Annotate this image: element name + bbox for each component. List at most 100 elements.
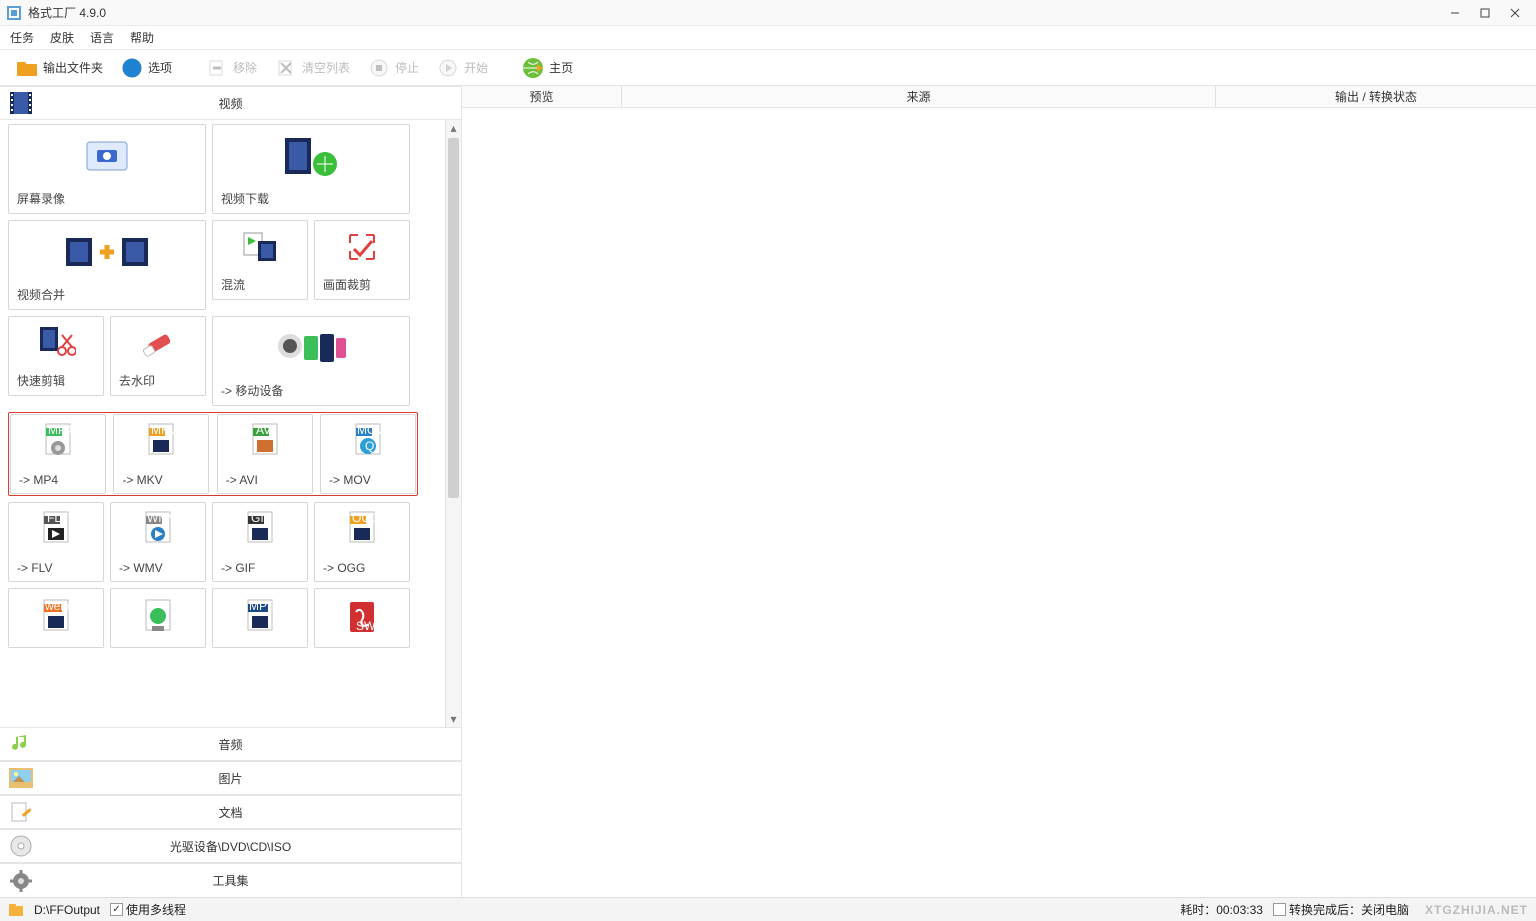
maximize-button[interactable] bbox=[1470, 2, 1500, 24]
mpeg-file-icon: MPEG bbox=[213, 589, 307, 647]
category-document[interactable]: 文档 bbox=[0, 795, 461, 829]
start-button[interactable]: 开始 bbox=[431, 54, 494, 82]
disc-icon bbox=[4, 829, 38, 863]
svg-text:webm: webm bbox=[44, 599, 76, 613]
category-video-header[interactable]: 视频 bbox=[0, 86, 461, 120]
svg-text:SWF: SWF bbox=[356, 619, 382, 633]
picture-icon bbox=[4, 761, 38, 795]
svg-text:OGG: OGG bbox=[352, 511, 380, 525]
col-source[interactable]: 来源 bbox=[622, 86, 1216, 107]
tiles-scrollbar[interactable]: ▴ ▾ bbox=[445, 120, 461, 727]
category-video-label: 视频 bbox=[218, 95, 242, 112]
scroll-down-icon[interactable]: ▾ bbox=[446, 711, 461, 727]
minimize-button[interactable] bbox=[1440, 2, 1470, 24]
output-folder-button[interactable]: 输出文件夹 bbox=[10, 54, 109, 82]
mov-file-icon: MOVQ bbox=[321, 415, 415, 469]
menubar: 任务 皮肤 语言 帮助 bbox=[0, 26, 1536, 50]
clear-list-button[interactable]: 清空列表 bbox=[269, 54, 356, 82]
remove-icon bbox=[206, 57, 228, 79]
tile-screen-record[interactable]: 屏幕录像 bbox=[8, 124, 206, 214]
watermark-text: XTGZHIJIA.NET bbox=[1425, 903, 1528, 917]
statusbar: D:\FFOutput 使用多线程 耗时：00:03:33 转换完成后：关闭电脑… bbox=[0, 897, 1536, 921]
elapsed-time: 耗时：00:03:33 bbox=[1180, 901, 1263, 918]
close-button[interactable] bbox=[1500, 2, 1530, 24]
left-panel: 视频 屏幕录像 视频下载 bbox=[0, 86, 462, 897]
list-column-headers: 预览 来源 输出 / 转换状态 bbox=[462, 86, 1536, 108]
scissors-icon bbox=[9, 317, 103, 368]
tile-to-flv[interactable]: FLV -> FLV bbox=[8, 502, 104, 582]
tile-remove-watermark[interactable]: 去水印 bbox=[110, 316, 206, 396]
webm-file-icon: webm bbox=[9, 589, 103, 647]
tile-to-swf[interactable]: SWF bbox=[314, 588, 410, 648]
checkbox-on-icon bbox=[110, 903, 123, 916]
video-tiles: 屏幕录像 视频下载 视频合并 混流 bbox=[0, 120, 445, 727]
menu-language[interactable]: 语言 bbox=[90, 29, 114, 46]
category-audio[interactable]: 音频 bbox=[0, 727, 461, 761]
svg-text:FLV: FLV bbox=[47, 511, 68, 525]
scroll-up-icon[interactable]: ▴ bbox=[446, 120, 461, 136]
category-tools[interactable]: 工具集 bbox=[0, 863, 461, 897]
tile-to-mkv[interactable]: MKV -> MKV bbox=[113, 414, 209, 494]
remove-label: 移除 bbox=[233, 59, 257, 76]
shutdown-checkbox[interactable]: 转换完成后：关闭电脑 bbox=[1273, 901, 1409, 918]
tile-to-avi[interactable]: AVI -> AVI bbox=[217, 414, 313, 494]
tile-to-wmv[interactable]: WMV -> WMV bbox=[110, 502, 206, 582]
category-image[interactable]: 图片 bbox=[0, 761, 461, 795]
tile-to-mov[interactable]: MOVQ -> MOV bbox=[320, 414, 416, 494]
ogg-file-icon: OGG bbox=[315, 503, 409, 557]
stop-icon bbox=[368, 57, 390, 79]
scroll-thumb[interactable] bbox=[448, 138, 459, 498]
titlebar: 格式工厂 4.9.0 bbox=[0, 0, 1536, 26]
folder-small-icon[interactable] bbox=[8, 902, 24, 918]
mux-icon bbox=[213, 221, 307, 272]
mp4-file-icon: MP4 bbox=[11, 415, 105, 469]
app-icon bbox=[6, 5, 22, 21]
merge-icon bbox=[9, 221, 205, 282]
svg-text:WMV: WMV bbox=[147, 511, 176, 525]
options-label: 选项 bbox=[148, 59, 172, 76]
eraser-icon bbox=[111, 317, 205, 368]
options-button[interactable]: 选项 bbox=[115, 54, 178, 82]
tile-to-webm[interactable]: webm bbox=[8, 588, 104, 648]
multithread-checkbox[interactable]: 使用多线程 bbox=[110, 901, 186, 918]
tile-video-merge[interactable]: 视频合并 bbox=[8, 220, 206, 310]
output-folder-label: 输出文件夹 bbox=[43, 59, 103, 76]
tile-to-mp4[interactable]: MP4 -> MP4 bbox=[10, 414, 106, 494]
svg-text:AVI: AVI bbox=[256, 423, 274, 437]
home-button[interactable]: 主页 bbox=[516, 54, 579, 82]
tile-to-ogg[interactable]: OGG -> OGG bbox=[314, 502, 410, 582]
main-area: 视频 屏幕录像 视频下载 bbox=[0, 86, 1536, 897]
svg-text:Q: Q bbox=[365, 439, 374, 453]
menu-skin[interactable]: 皮肤 bbox=[50, 29, 74, 46]
toolbar: 输出文件夹 选项 移除 清空列表 停止 开始 主页 bbox=[0, 50, 1536, 86]
remove-button[interactable]: 移除 bbox=[200, 54, 263, 82]
menu-task[interactable]: 任务 bbox=[10, 29, 34, 46]
tile-video-download[interactable]: 视频下载 bbox=[212, 124, 410, 214]
tile-mux[interactable]: 混流 bbox=[212, 220, 308, 300]
flv-file-icon: FLV bbox=[9, 503, 103, 557]
col-output-state[interactable]: 输出 / 转换状态 bbox=[1216, 86, 1536, 107]
download-globe-icon bbox=[213, 125, 409, 186]
menu-help[interactable]: 帮助 bbox=[130, 29, 154, 46]
tile-quick-cut[interactable]: 快速剪辑 bbox=[8, 316, 104, 396]
mkv-file-icon: MKV bbox=[114, 415, 208, 469]
document-pencil-icon bbox=[4, 795, 38, 829]
category-optical[interactable]: 光驱设备\DVD\CD\ISO bbox=[0, 829, 461, 863]
avi-file-icon: AVI bbox=[218, 415, 312, 469]
checkbox-off-icon bbox=[1273, 903, 1286, 916]
tile-to-gif[interactable]: GIF -> GIF bbox=[212, 502, 308, 582]
tile-crop[interactable]: 画面裁剪 bbox=[314, 220, 410, 300]
col-preview[interactable]: 预览 bbox=[462, 86, 622, 107]
stop-button[interactable]: 停止 bbox=[362, 54, 425, 82]
tile-to-3gp[interactable] bbox=[110, 588, 206, 648]
right-panel: 预览 来源 输出 / 转换状态 bbox=[462, 86, 1536, 897]
mobile-devices-icon bbox=[213, 317, 409, 378]
film-icon bbox=[4, 86, 38, 120]
output-path[interactable]: D:\FFOutput bbox=[34, 903, 100, 917]
music-note-icon bbox=[4, 727, 38, 761]
tile-to-mobile[interactable]: -> 移动设备 bbox=[212, 316, 410, 406]
camera-icon bbox=[9, 125, 205, 186]
tile-to-mpeg[interactable]: MPEG bbox=[212, 588, 308, 648]
swf-file-icon: SWF bbox=[315, 589, 409, 647]
gif-file-icon: GIF bbox=[213, 503, 307, 557]
